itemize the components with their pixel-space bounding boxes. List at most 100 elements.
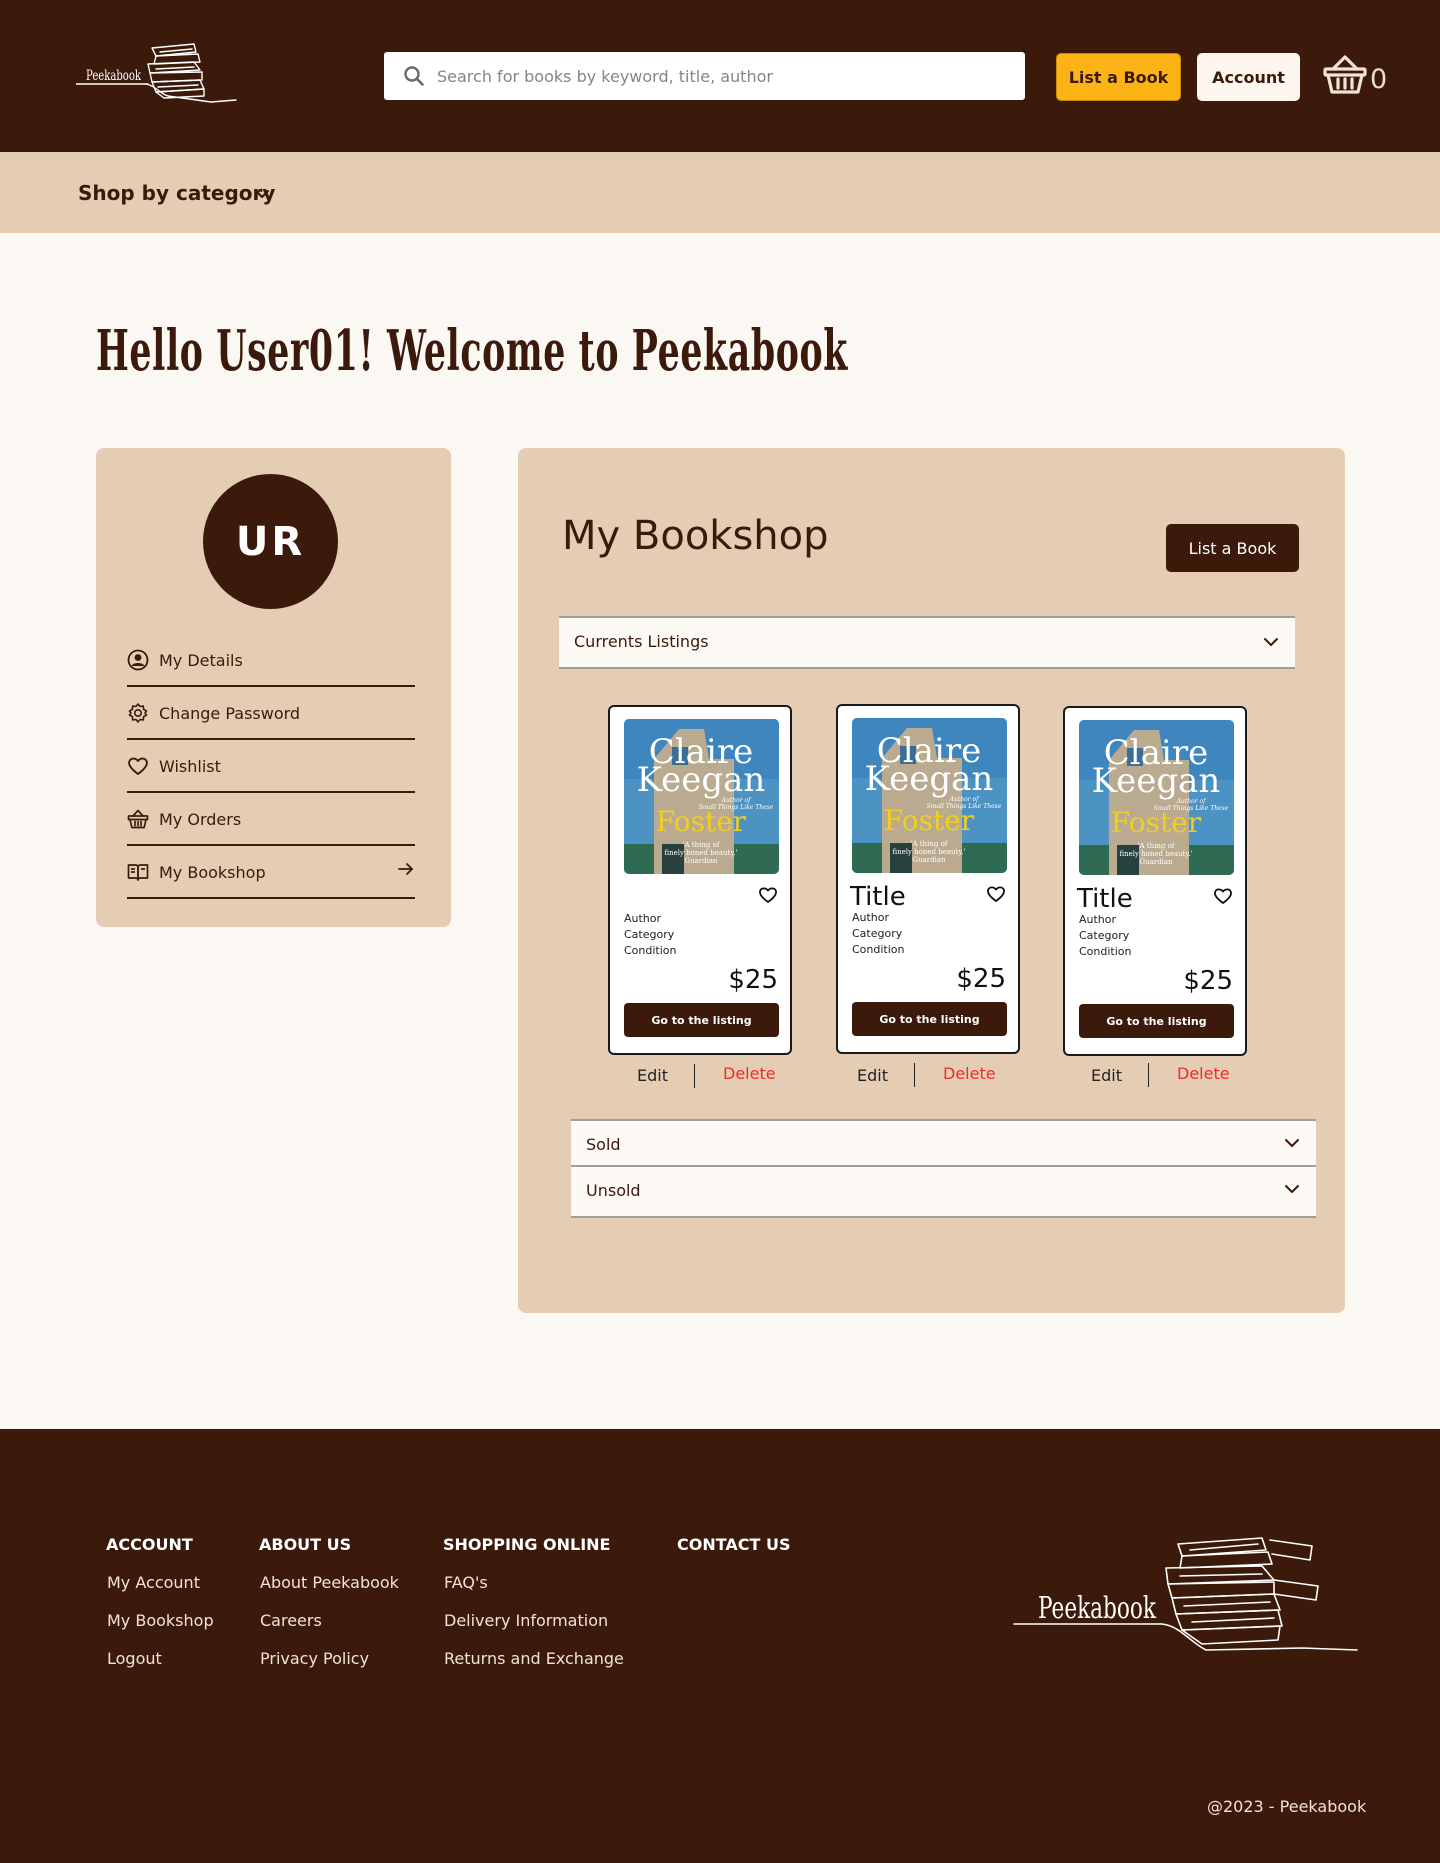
copyright-text: @2023 - Peekabook: [1207, 1797, 1367, 1816]
sidebar-item-my-orders[interactable]: My Orders: [127, 793, 415, 846]
cover-quote2: finely honed beauty.': [664, 849, 737, 857]
footer-link-about[interactable]: About Peekabook: [260, 1573, 399, 1592]
list-a-book-button[interactable]: List a Book: [1166, 524, 1299, 572]
account-button[interactable]: Account: [1197, 53, 1300, 101]
divider: [694, 1064, 695, 1088]
go-to-listing-button[interactable]: Go to the listing: [624, 1003, 779, 1037]
chevron-down-icon: [1285, 1185, 1299, 1193]
delete-link[interactable]: Delete: [943, 1064, 996, 1083]
book-price: $25: [956, 964, 1006, 994]
chevron-down-icon[interactable]: [254, 186, 270, 202]
book-title: Title: [850, 882, 906, 912]
cover-tagline1: Author of: [1176, 798, 1207, 805]
heart-icon[interactable]: [758, 885, 778, 905]
sidebar-item-my-details[interactable]: My Details: [127, 634, 415, 687]
footer-heading-account: ACCOUNT: [106, 1535, 193, 1554]
footer-link-careers[interactable]: Careers: [260, 1611, 322, 1630]
footer-link-faq[interactable]: FAQ's: [444, 1573, 488, 1592]
cover-title: Foster: [884, 804, 975, 837]
sidebar-item-change-password[interactable]: Change Password: [127, 687, 415, 740]
cover-title: Foster: [656, 805, 747, 838]
cover-quote2: finely honed beauty.': [1119, 850, 1192, 858]
footer-link-privacy[interactable]: Privacy Policy: [260, 1649, 369, 1668]
chevron-down-icon: [1285, 1139, 1299, 1147]
book-price: $25: [1183, 966, 1233, 996]
search-bar[interactable]: [384, 52, 1025, 100]
footer-heading-about: ABOUT US: [259, 1535, 352, 1554]
book-cover-image: Claire Keegan Author of Small Things Lik…: [1079, 720, 1234, 875]
cover-tagline1: Author of: [721, 797, 752, 804]
footer-heading-contact[interactable]: CONTACT US: [677, 1535, 791, 1554]
sidebar-item-wishlist[interactable]: Wishlist: [127, 740, 415, 793]
cart-count: 0: [1370, 64, 1388, 95]
book-category: Category: [852, 927, 903, 940]
cover-author-line2: Keegan: [865, 759, 994, 799]
cover-quote1: 'A thing of: [911, 840, 949, 848]
basket-icon[interactable]: [1323, 55, 1367, 95]
cover-quote2: finely honed beauty.': [892, 848, 965, 856]
book-price: $25: [728, 965, 778, 995]
heart-icon[interactable]: [986, 884, 1006, 904]
heart-icon: [128, 757, 148, 775]
cover-author-line2: Keegan: [637, 760, 766, 800]
footer-link-my-bookshop[interactable]: My Bookshop: [107, 1611, 214, 1630]
divider: [1148, 1063, 1149, 1087]
gear-icon: [128, 703, 148, 723]
current-listings-accordion[interactable]: Currents Listings: [559, 616, 1295, 669]
open-book-icon: [127, 864, 149, 881]
book-card[interactable]: Claire Keegan Author of Small Things Lik…: [608, 705, 792, 1055]
footer-link-my-account[interactable]: My Account: [107, 1573, 200, 1592]
unsold-accordion[interactable]: Unsold: [571, 1165, 1316, 1218]
accordion-label: Currents Listings: [574, 632, 709, 651]
sidebar-item-label: My Bookshop: [159, 863, 266, 882]
peekabook-logo[interactable]: Peekabook: [76, 42, 238, 108]
chevron-down-icon: [1264, 638, 1278, 646]
delete-link[interactable]: Delete: [1177, 1064, 1230, 1083]
cover-title: Foster: [1111, 806, 1202, 839]
divider: [914, 1063, 915, 1087]
go-to-listing-button[interactable]: Go to the listing: [1079, 1004, 1234, 1038]
edit-link[interactable]: Edit: [637, 1066, 668, 1085]
sidebar-item-label: My Details: [159, 651, 243, 670]
cover-quote1: 'A thing of: [683, 841, 721, 849]
footer-link-delivery[interactable]: Delivery Information: [444, 1611, 608, 1630]
cover-quote3: Guardian: [684, 857, 718, 865]
footer-link-returns[interactable]: Returns and Exchange: [444, 1649, 624, 1668]
sold-accordion[interactable]: Sold: [571, 1119, 1316, 1167]
cover-quote1: 'A thing of: [1138, 842, 1176, 850]
go-to-listing-button[interactable]: Go to the listing: [852, 1002, 1007, 1036]
accordion-label: Sold: [586, 1135, 621, 1154]
book-category: Category: [624, 928, 675, 941]
book-author: Author: [624, 912, 662, 925]
footer-heading-shopping: SHOPPING ONLINE: [443, 1535, 611, 1554]
page-title: Hello User01! Welcome to Peekabook: [96, 318, 848, 384]
logo-wordmark: Peekabook: [86, 67, 142, 83]
book-condition: Condition: [1079, 945, 1132, 958]
user-circle-icon: [127, 649, 149, 671]
footer-logo-wordmark: Peekabook: [1038, 1592, 1157, 1626]
edit-link[interactable]: Edit: [1091, 1066, 1122, 1085]
heart-icon[interactable]: [1213, 886, 1233, 906]
footer-link-logout[interactable]: Logout: [107, 1649, 162, 1668]
delete-link[interactable]: Delete: [723, 1064, 776, 1083]
accordion-label: Unsold: [586, 1181, 641, 1200]
list-a-book-button[interactable]: List a Book: [1056, 53, 1181, 101]
cover-quote3: Guardian: [1139, 858, 1173, 866]
edit-link[interactable]: Edit: [857, 1066, 888, 1085]
sidebar-item-my-bookshop[interactable]: My Bookshop: [127, 846, 415, 899]
cover-author-line2: Keegan: [1092, 761, 1221, 801]
search-input[interactable]: [437, 52, 1007, 100]
avatar: UR: [203, 474, 338, 609]
shop-by-category-dropdown[interactable]: Shop by category: [78, 181, 275, 205]
sidebar-item-label: My Orders: [159, 810, 242, 829]
book-cover-image: Claire Keegan Author of Small Things Lik…: [624, 719, 779, 874]
sidebar-item-label: Change Password: [159, 704, 301, 723]
book-author: Author: [1079, 913, 1117, 926]
book-card[interactable]: Claire Keegan Author of Small Things Lik…: [836, 704, 1020, 1054]
book-category: Category: [1079, 929, 1130, 942]
arrow-right-icon: [398, 863, 413, 875]
book-condition: Condition: [624, 944, 677, 957]
book-card[interactable]: Claire Keegan Author of Small Things Lik…: [1063, 706, 1247, 1056]
book-condition: Condition: [852, 943, 905, 956]
sidebar-item-label: Wishlist: [159, 757, 221, 776]
